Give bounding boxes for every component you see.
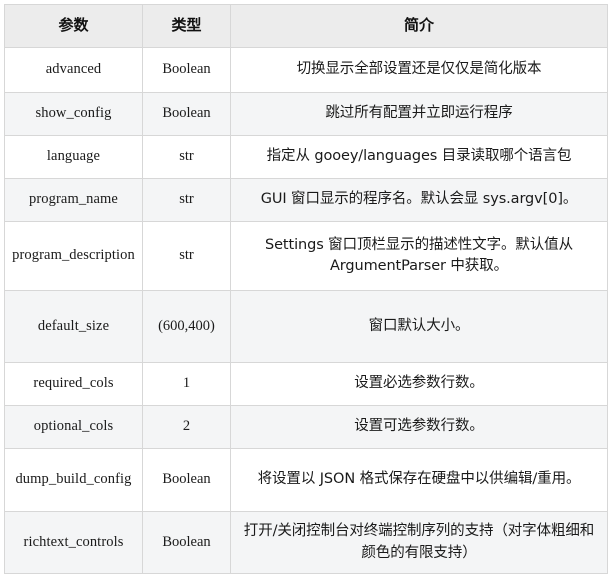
table-row: show_config Boolean 跳过所有配置并立即运行程序	[4, 92, 608, 136]
table-header-row: 参数 类型 简介	[4, 4, 608, 48]
cell-desc: 指定从 gooey/languages 目录读取哪个语言包	[230, 135, 608, 179]
cell-type: str	[142, 178, 231, 222]
cell-desc: Settings 窗口顶栏显示的描述性文字。默认值从 ArgumentParse…	[230, 221, 608, 291]
parameters-table: 参数 类型 简介 advanced Boolean 切换显示全部设置还是仅仅是简…	[4, 4, 608, 574]
column-header-param: 参数	[4, 4, 143, 48]
table-row: program_description str Settings 窗口顶栏显示的…	[4, 221, 608, 291]
cell-param: dump_build_config	[4, 448, 143, 512]
table-row: advanced Boolean 切换显示全部设置还是仅仅是简化版本	[4, 47, 608, 93]
table-row: default_size (600,400) 窗口默认大小。	[4, 290, 608, 363]
cell-type: str	[142, 221, 231, 291]
table-row: richtext_controls Boolean 打开/关闭控制台对终端控制序…	[4, 511, 608, 574]
cell-type: Boolean	[142, 47, 231, 93]
cell-desc: 跳过所有配置并立即运行程序	[230, 92, 608, 136]
column-header-type: 类型	[142, 4, 231, 48]
cell-param: richtext_controls	[4, 511, 143, 574]
cell-type: Boolean	[142, 511, 231, 574]
cell-param: default_size	[4, 290, 143, 363]
cell-desc: 设置必选参数行数。	[230, 362, 608, 406]
cell-param: optional_cols	[4, 405, 143, 449]
cell-param: show_config	[4, 92, 143, 136]
cell-desc: 将设置以 JSON 格式保存在硬盘中以供编辑/重用。	[230, 448, 608, 512]
table-row: program_name str GUI 窗口显示的程序名。默认会显 sys.a…	[4, 178, 608, 222]
cell-type: str	[142, 135, 231, 179]
cell-param: language	[4, 135, 143, 179]
cell-desc: 设置可选参数行数。	[230, 405, 608, 449]
column-header-desc: 简介	[230, 4, 608, 48]
table-container: 参数 类型 简介 advanced Boolean 切换显示全部设置还是仅仅是简…	[0, 0, 611, 574]
cell-param: program_description	[4, 221, 143, 291]
table-row: required_cols 1 设置必选参数行数。	[4, 362, 608, 406]
table-row: language str 指定从 gooey/languages 目录读取哪个语…	[4, 135, 608, 179]
table-body: advanced Boolean 切换显示全部设置还是仅仅是简化版本 show_…	[4, 47, 608, 574]
cell-desc: 切换显示全部设置还是仅仅是简化版本	[230, 47, 608, 93]
table-row: dump_build_config Boolean 将设置以 JSON 格式保存…	[4, 448, 608, 512]
cell-desc: 打开/关闭控制台对终端控制序列的支持（对字体粗细和颜色的有限支持）	[230, 511, 608, 574]
cell-type: Boolean	[142, 448, 231, 512]
cell-type: 1	[142, 362, 231, 406]
cell-type: Boolean	[142, 92, 231, 136]
cell-param: required_cols	[4, 362, 143, 406]
cell-type: 2	[142, 405, 231, 449]
cell-desc: GUI 窗口显示的程序名。默认会显 sys.argv[0]。	[230, 178, 608, 222]
cell-param: program_name	[4, 178, 143, 222]
table-header: 参数 类型 简介	[4, 4, 608, 48]
table-row: optional_cols 2 设置可选参数行数。	[4, 405, 608, 449]
cell-param: advanced	[4, 47, 143, 93]
cell-type: (600,400)	[142, 290, 231, 363]
cell-desc: 窗口默认大小。	[230, 290, 608, 363]
